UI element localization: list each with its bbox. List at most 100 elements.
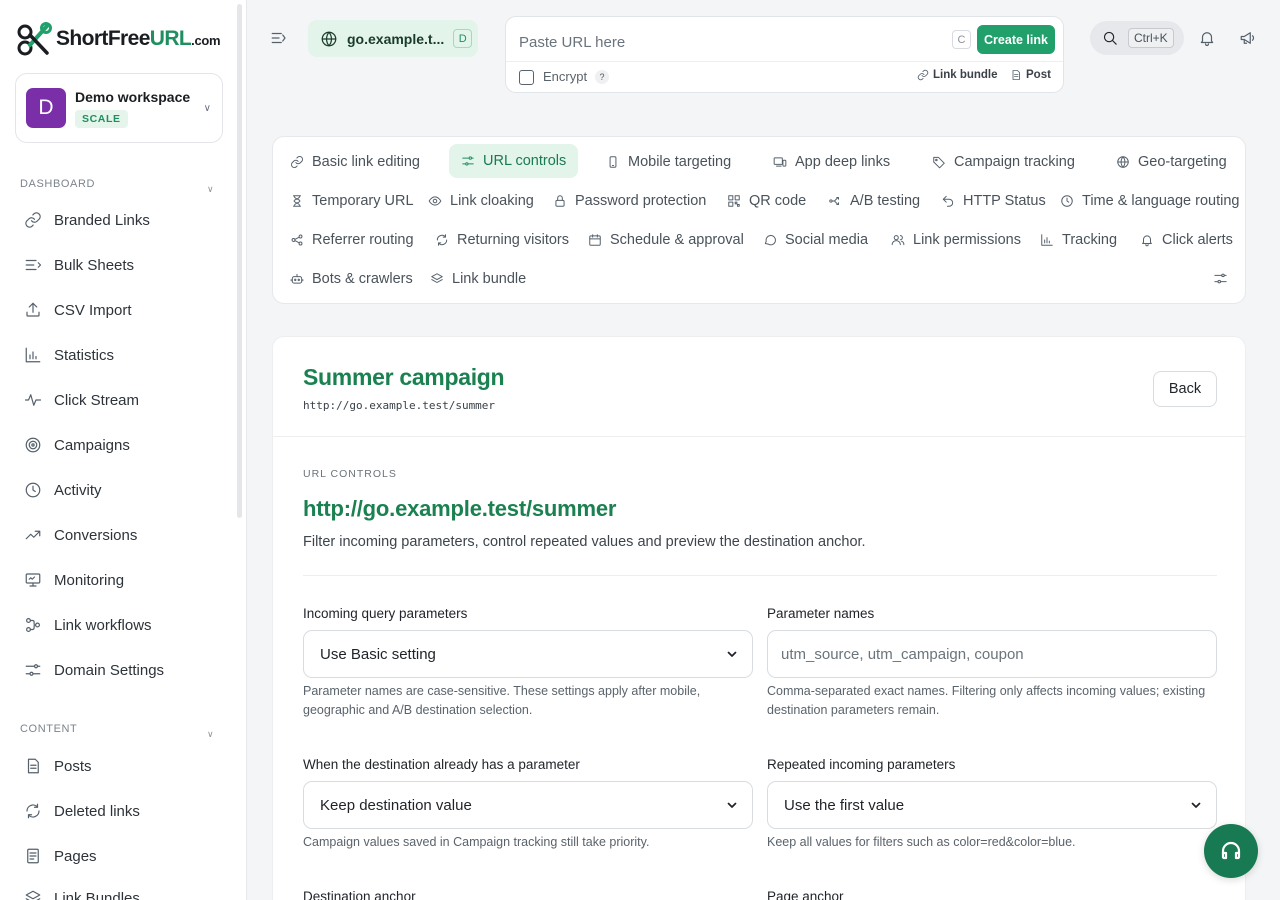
encrypt-help-icon[interactable]: ? (595, 70, 609, 84)
tab-basic-link-editing[interactable]: Basic link editing (290, 145, 420, 179)
chevron-down-icon[interactable]: ∨ (207, 184, 214, 195)
chevron-down-icon (727, 802, 737, 808)
tab-tracking[interactable]: Tracking (1040, 223, 1117, 257)
collapse-sidebar-button[interactable] (270, 29, 288, 47)
input-placeholder: utm_source, utm_campaign, coupon (781, 645, 1024, 663)
workspace-avatar: D (26, 88, 66, 128)
sidebar-item-label: Click Stream (54, 391, 140, 409)
tab-link-permissions[interactable]: Link permissions (891, 223, 1021, 257)
announcements-button[interactable] (1239, 29, 1257, 47)
select-value: Keep destination value (320, 796, 472, 814)
brand-logo[interactable]: ShortFreeURL.com (16, 20, 221, 58)
link-name: Summer campaign (303, 364, 505, 390)
tab-ab-testing[interactable]: A/B testing (828, 184, 920, 218)
support-chat-button[interactable] (1204, 824, 1258, 878)
create-link-box: C Create link Encrypt ? Link bundle Post (505, 16, 1064, 93)
chat-icon (764, 234, 776, 246)
tab-label: Social media (785, 232, 869, 248)
tab-bots-crawlers[interactable]: Bots & crawlers (290, 262, 413, 296)
document-icon (1012, 70, 1020, 80)
repeated-params-label: Repeated incoming parameters (767, 757, 956, 772)
sidebar-item-activity[interactable]: Activity (24, 478, 102, 502)
hourglass-icon (293, 195, 301, 207)
sidebar-item-click-stream[interactable]: Click Stream (24, 388, 139, 412)
domain-shortcut-badge: D (453, 29, 473, 48)
bell-icon (1142, 235, 1152, 247)
existing-param-select[interactable]: Keep destination value (303, 781, 753, 829)
bar-chart-icon (25, 347, 41, 363)
clock-icon (25, 482, 41, 498)
scissors-logo-icon (17, 22, 52, 56)
tab-qr-code[interactable]: QR code (727, 184, 806, 218)
tab-link-bundle[interactable]: Link bundle (430, 262, 526, 296)
tab-label: HTTP Status (963, 193, 1046, 209)
devices-icon (773, 157, 787, 167)
tab-app-deep-links[interactable]: App deep links (773, 145, 890, 179)
chevron-down-icon: ∨ (203, 103, 211, 114)
sidebar-item-branded-links[interactable]: Branded Links (24, 208, 150, 232)
tab-label: Link bundle (452, 271, 527, 287)
create-link-button[interactable]: Create link (977, 25, 1055, 54)
tab-schedule-approval[interactable]: Schedule & approval (588, 223, 744, 257)
sidebar-item-deleted-links[interactable]: Deleted links (24, 799, 140, 823)
incoming-params-label: Incoming query parameters (303, 606, 468, 621)
sidebar-scrollbar[interactable] (237, 4, 242, 518)
back-button[interactable]: Back (1153, 371, 1217, 407)
tab-password-protection[interactable]: Password protection (553, 184, 706, 218)
notifications-button[interactable] (1198, 29, 1216, 47)
sidebar-item-campaigns[interactable]: Campaigns (24, 433, 130, 457)
tab-returning-visitors[interactable]: Returning visitors (435, 223, 569, 257)
domain-selector[interactable]: go.example.t... D (308, 20, 478, 57)
sidebar-item-posts[interactable]: Posts (24, 754, 92, 778)
sidebar-item-bulk-sheets[interactable]: Bulk Sheets (24, 253, 134, 277)
tab-url-controls[interactable]: URL controls (449, 144, 579, 178)
tab-http-status[interactable]: HTTP Status (941, 184, 1046, 218)
sidebar-item-label: Link workflows (54, 616, 152, 634)
sidebar-item-label: Deleted links (54, 802, 140, 820)
sidebar-item-conversions[interactable]: Conversions (24, 523, 137, 547)
sidebar-item-label: Domain Settings (54, 661, 165, 679)
bell-icon (1200, 32, 1214, 47)
repeated-params-select[interactable]: Use the first value (767, 781, 1217, 829)
tab-referrer-routing[interactable]: Referrer routing (290, 223, 414, 257)
tab-label: QR code (749, 193, 807, 209)
incoming-params-select[interactable]: Use Basic setting (303, 630, 753, 678)
sidebar-item-link-bundles[interactable]: Link Bundles (24, 886, 140, 900)
sidebar-item-csv-import[interactable]: CSV Import (24, 298, 132, 322)
link-bundle-button[interactable]: Link bundle (917, 69, 998, 81)
target-icon (25, 437, 41, 453)
post-button[interactable]: Post (1010, 69, 1051, 81)
sidebar-item-label: CSV Import (54, 301, 132, 319)
select-value: Use Basic setting (320, 645, 436, 663)
tab-time-language-routing[interactable]: Time & language routing (1060, 184, 1239, 218)
sidebar-item-pages[interactable]: Pages (24, 844, 97, 868)
sidebar-item-label: Campaigns (54, 436, 130, 454)
encrypt-checkbox[interactable] (519, 70, 534, 85)
search-button[interactable]: Ctrl+K (1090, 21, 1184, 55)
sidebar-item-link-workflows[interactable]: Link workflows (24, 613, 152, 637)
parameter-names-input[interactable]: utm_source, utm_campaign, coupon (767, 630, 1217, 678)
document-icon (27, 758, 39, 774)
tab-label: Temporary URL (312, 193, 414, 209)
tab-label: Tracking (1062, 232, 1118, 248)
refresh-icon (26, 803, 40, 819)
tabs-settings-button[interactable] (1213, 271, 1228, 286)
post-label: Post (1026, 69, 1051, 81)
feature-tabs: Basic link editing URL controls Mobile t… (272, 136, 1246, 304)
link-icon (917, 69, 929, 81)
tab-temporary-url[interactable]: Temporary URL (290, 184, 414, 218)
qr-icon (728, 195, 740, 207)
sidebar-item-statistics[interactable]: Statistics (24, 343, 114, 367)
tab-link-cloaking[interactable]: Link cloaking (428, 184, 534, 218)
chevron-down-icon[interactable]: ∨ (207, 729, 214, 740)
tab-mobile-targeting[interactable]: Mobile targeting (606, 145, 731, 179)
tab-campaign-tracking[interactable]: Campaign tracking (932, 145, 1075, 179)
workspace-switcher[interactable]: D Demo workspace SCALE ∨ (15, 73, 223, 143)
tab-geo-targeting[interactable]: Geo-targeting (1116, 145, 1227, 179)
sidebar-item-domain-settings[interactable]: Domain Settings (24, 658, 164, 682)
sidebar-item-monitoring[interactable]: Monitoring (24, 568, 124, 592)
tab-social-media[interactable]: Social media (763, 223, 868, 257)
sidebar-item-label: Activity (54, 481, 102, 499)
tab-click-alerts[interactable]: Click alerts (1140, 223, 1233, 257)
url-input[interactable] (519, 31, 939, 53)
